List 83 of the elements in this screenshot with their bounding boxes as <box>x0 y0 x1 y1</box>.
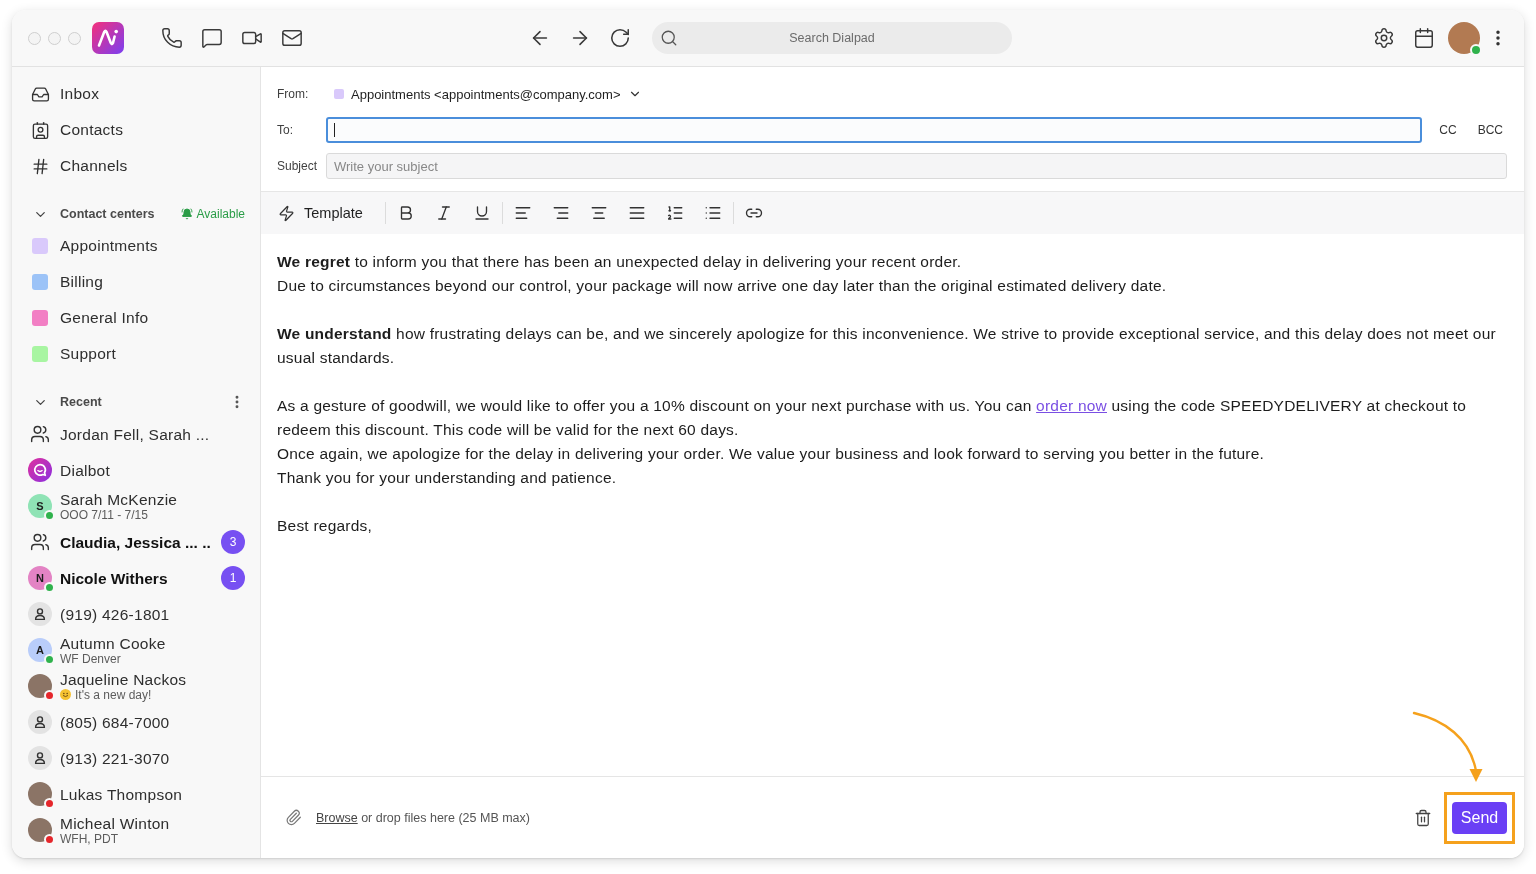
recipient-field[interactable] <box>326 117 1423 143</box>
subject-field[interactable]: Write your subject <box>326 153 1507 179</box>
app-logo[interactable] <box>92 22 124 54</box>
bullet-list-icon[interactable] <box>703 204 722 222</box>
phone-icon[interactable] <box>161 27 183 49</box>
contact-name[interactable]: Claudia, Jessica ... .. <box>60 533 211 551</box>
initial-avatar: S <box>28 494 52 518</box>
cc-button[interactable]: CC <box>1435 119 1461 141</box>
people-icon <box>30 424 50 444</box>
status-text: It's a new day! <box>75 687 152 702</box>
message-text: We understand how frustrating delays can be, and we sincerely apologize for this inconvenience. We strive to provide exceptional service, and this delay does not meet our usual standards. <box>277 324 1497 368</box>
send-button[interactable]: Send <box>1452 801 1507 834</box>
message-text: Thank you for your understanding and patience. <box>277 468 618 488</box>
unread-count: 3 <box>221 530 245 554</box>
template-button[interactable]: Template <box>278 199 363 227</box>
text-cursor-icon <box>334 123 335 137</box>
sender-dropdown[interactable]: Appointments <appointments@company.com> <box>326 81 642 107</box>
contact-card-icon <box>30 120 50 140</box>
contact-name[interactable]: Nicole Withers <box>60 569 168 587</box>
align-justify-icon[interactable] <box>627 204 646 222</box>
contact-name[interactable]: (913) 221-3070 <box>60 749 170 767</box>
contact-name[interactable]: (919) 426-1801 <box>60 605 170 623</box>
person-icon <box>28 602 52 626</box>
search-icon <box>660 29 678 47</box>
contact-name[interactable]: Micheal Winton <box>60 814 170 832</box>
text-link[interactable]: order now <box>1036 397 1107 414</box>
paperclip-icon[interactable] <box>285 809 302 826</box>
sidebar-item[interactable]: Channels <box>28 148 245 184</box>
status-text: WF Denver <box>60 651 121 666</box>
section-title: Recent <box>60 395 102 409</box>
align-left-icon[interactable] <box>513 204 532 222</box>
refresh-icon[interactable] <box>609 27 631 49</box>
bell-icon <box>180 208 193 220</box>
contact-name[interactable]: (805) 684-7000 <box>60 713 170 731</box>
settings-icon[interactable] <box>1373 27 1395 49</box>
queue-item[interactable]: General Info <box>28 300 245 336</box>
queue-item[interactable]: Billing <box>28 264 245 300</box>
calendar-icon[interactable] <box>1413 27 1435 49</box>
numbered-list-icon[interactable] <box>665 204 684 222</box>
contact-name[interactable]: Dialbot <box>60 461 110 479</box>
underline-icon[interactable] <box>472 204 491 222</box>
photo-placeholder <box>28 818 52 842</box>
attachment-hint: Browse or drop files here (25 MB max) <box>316 810 530 825</box>
align-center-icon[interactable] <box>589 204 608 222</box>
contact-name[interactable]: Lukas Thompson <box>60 785 183 803</box>
initial-avatar: N <box>28 566 52 590</box>
photo-placeholder <box>28 674 52 698</box>
sidebar-item[interactable]: Inbox <box>28 76 245 112</box>
lightning-icon <box>278 204 295 222</box>
sidebar-item[interactable]: Contacts <box>28 112 245 148</box>
chat-icon[interactable] <box>201 27 223 49</box>
person-icon <box>28 710 52 734</box>
queue-item[interactable]: Appointments <box>28 228 245 264</box>
contact-name[interactable]: Jordan Fell, Sarah ... <box>60 425 210 443</box>
contact-name[interactable]: Jaqueline Nackos <box>60 670 187 688</box>
trash-icon[interactable] <box>1414 808 1432 827</box>
search-field[interactable]: Search Dialpad <box>652 22 1012 54</box>
status-text: OOO 7/11 - 7/15 <box>60 507 148 522</box>
initial-avatar: A <box>28 638 52 662</box>
message-text: Best regards, <box>277 516 374 536</box>
field-label: Subject <box>277 159 319 173</box>
contact-name[interactable]: Sarah McKenzie <box>60 490 178 508</box>
contact-name[interactable]: Autumn Cooke <box>60 634 166 652</box>
person-icon <box>28 746 52 770</box>
mail-icon[interactable] <box>281 27 303 49</box>
photo-placeholder[interactable] <box>1448 22 1480 54</box>
browse-link[interactable]: Browse <box>316 810 358 825</box>
section-title: Contact centers <box>60 207 155 221</box>
message-text: We regret to inform you that there has been an unexpected delay in delivering your recent order. <box>277 252 963 272</box>
photo-placeholder <box>28 782 52 806</box>
message-text: Due to circumstances beyond our control, your package will now arrive one day later than the original estimated delivery date. <box>277 276 1168 296</box>
queue-item[interactable]: Support <box>28 336 245 372</box>
message-text: Once again, we apologize for the delay in delivering your order. We value your business and look forward to serving you better in the future. <box>277 444 1266 464</box>
field-label: To: <box>277 123 294 137</box>
bcc-button[interactable]: BCC <box>1473 119 1507 141</box>
align-right-icon[interactable] <box>551 204 570 222</box>
message-text: As a gesture of goodwill, we would like to offer you a 10% discount on your next purchase with us. You can order now using the code SPEEDYDELIVERY at checkout to redeem this discount. This code will be valid for the next 60 days. <box>277 396 1468 440</box>
field-label: From: <box>277 87 310 101</box>
status-text: WFH, PDT <box>60 831 118 846</box>
chatbot-icon <box>28 458 52 482</box>
unread-count: 1 <box>221 566 245 590</box>
inbox-icon <box>30 84 50 104</box>
people-icon <box>30 532 50 552</box>
